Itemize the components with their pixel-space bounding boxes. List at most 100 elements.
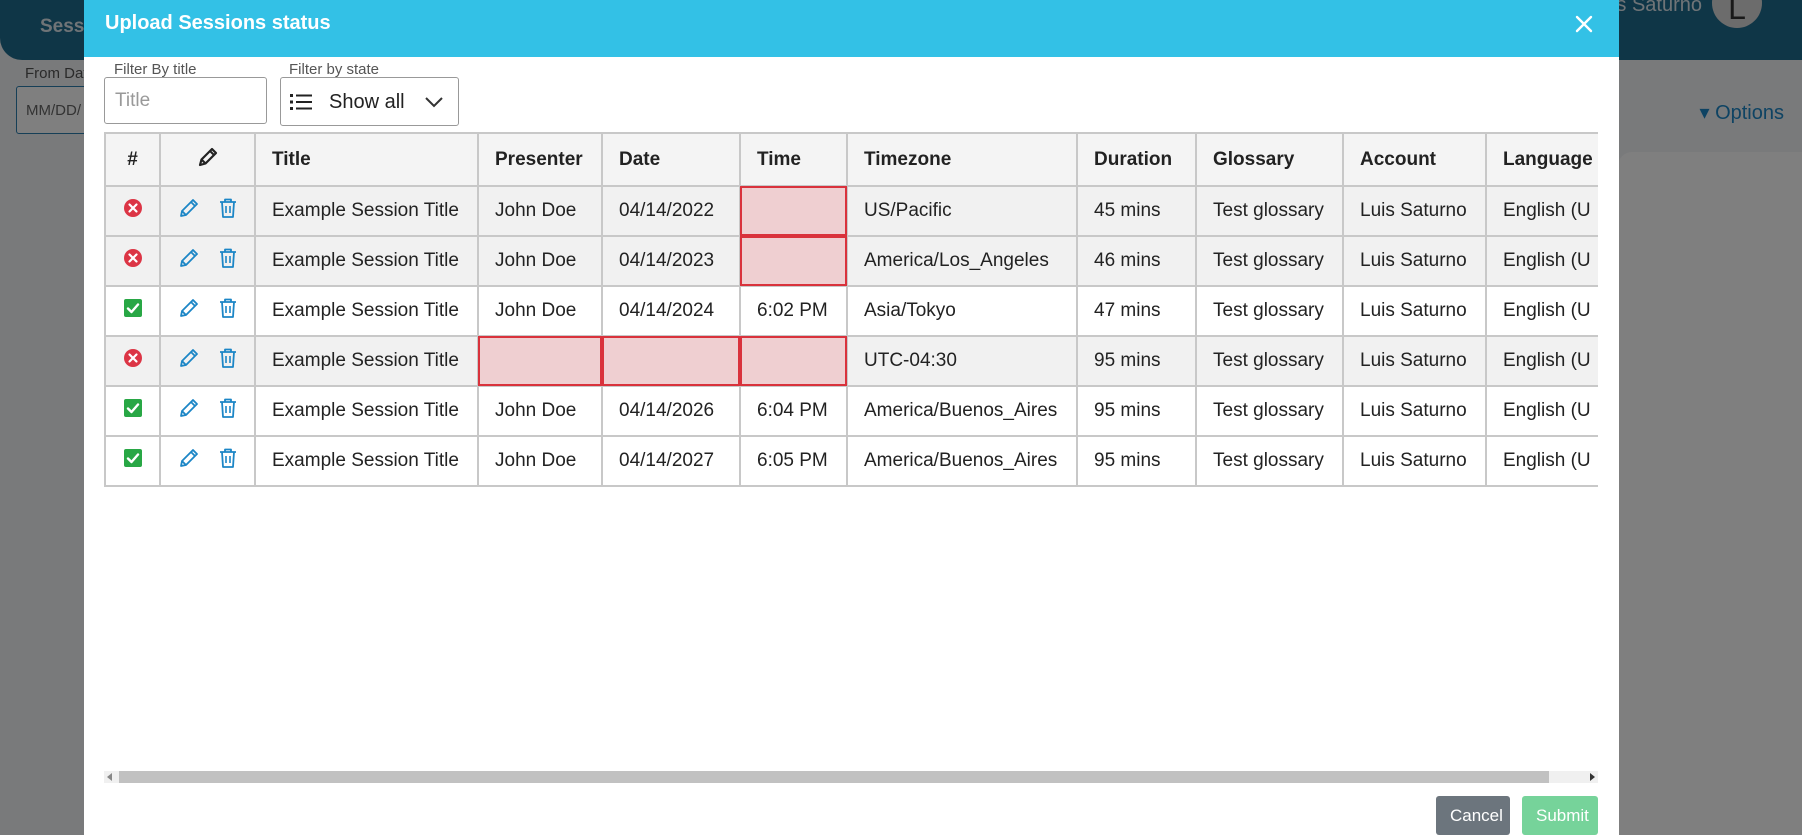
sessions-table-container[interactable]: # Title Presenter Date Time Timezone Dur…: [104, 132, 1598, 512]
cell-date: 04/14/2026: [601, 385, 741, 437]
filter-title-input[interactable]: [104, 77, 267, 124]
cell-title: Example Session Title: [254, 285, 479, 337]
column-header-index: #: [104, 132, 161, 187]
column-header-glossary[interactable]: Glossary: [1195, 132, 1344, 187]
cell-language: English (U: [1485, 435, 1598, 487]
filter-state-select[interactable]: Show all: [280, 77, 459, 126]
edit-icon[interactable]: [178, 247, 200, 275]
cell-title: Example Session Title: [254, 435, 479, 487]
cell-time: 6:04 PM: [739, 385, 848, 437]
cell-language: English (U: [1485, 385, 1598, 437]
cell-date: 04/14/2023: [601, 235, 741, 287]
chevron-down-icon: [424, 95, 444, 113]
close-icon[interactable]: [1569, 9, 1599, 39]
table-header-row: # Title Presenter Date Time Timezone Dur…: [104, 132, 1598, 187]
modal-title: Upload Sessions status: [105, 12, 331, 34]
trash-icon[interactable]: [218, 197, 238, 225]
cell-presenter: John Doe: [477, 235, 603, 287]
actions-cell: [159, 385, 256, 437]
success-status-icon: [123, 298, 143, 324]
pencil-icon: [197, 147, 219, 173]
status-cell: [104, 335, 161, 387]
cell-time: 6:02 PM: [739, 285, 848, 337]
cell-date: 04/14/2022: [601, 185, 741, 237]
status-cell: [104, 285, 161, 337]
table-row: Example Session Title John Doe 04/14/2023 A…: [104, 235, 1598, 287]
cell-language: English (U: [1485, 285, 1598, 337]
scroll-right-icon[interactable]: [1590, 773, 1595, 781]
status-cell: [104, 385, 161, 437]
cell-account: Luis Saturno: [1342, 385, 1487, 437]
trash-icon[interactable]: [218, 397, 238, 425]
cell-account: Luis Saturno: [1342, 185, 1487, 237]
cell-title: Example Session Title: [254, 335, 479, 387]
actions-cell: [159, 235, 256, 287]
cancel-button[interactable]: Cancel: [1436, 796, 1510, 835]
trash-icon[interactable]: [218, 447, 238, 475]
trash-icon[interactable]: [218, 297, 238, 325]
success-status-icon: [123, 448, 143, 474]
error-status-icon: [123, 198, 143, 224]
modal-header: Upload Sessions status: [84, 0, 1619, 57]
table-row: Example Session Title John Doe 04/14/2024 6…: [104, 285, 1598, 337]
edit-icon[interactable]: [178, 197, 200, 225]
filter-state-label: Filter by state: [289, 61, 380, 78]
cell-account: Luis Saturno: [1342, 235, 1487, 287]
table-row: Example Session Title UTC-04:30 95 mins Tes…: [104, 335, 1598, 387]
column-header-account[interactable]: Account: [1342, 132, 1487, 187]
table-row: Example Session Title John Doe 04/14/2022 U…: [104, 185, 1598, 237]
cell-title: Example Session Title: [254, 185, 479, 237]
cell-time: [739, 335, 848, 387]
actions-cell: [159, 335, 256, 387]
edit-icon[interactable]: [178, 397, 200, 425]
actions-cell: [159, 435, 256, 487]
column-header-title[interactable]: Title: [254, 132, 479, 187]
submit-button[interactable]: Submit: [1522, 796, 1598, 835]
cell-duration: 47 mins: [1076, 285, 1197, 337]
cell-glossary: Test glossary: [1195, 435, 1344, 487]
trash-icon[interactable]: [218, 347, 238, 375]
cell-presenter: [477, 335, 603, 387]
column-header-time[interactable]: Time: [739, 132, 848, 187]
cell-time: [739, 235, 848, 287]
cell-presenter: John Doe: [477, 385, 603, 437]
horizontal-scrollbar[interactable]: [104, 771, 1598, 783]
cell-date: 04/14/2024: [601, 285, 741, 337]
cell-date: 04/14/2027: [601, 435, 741, 487]
cell-glossary: Test glossary: [1195, 235, 1344, 287]
success-status-icon: [123, 398, 143, 424]
scrollbar-thumb[interactable]: [119, 771, 1549, 783]
cell-time: 6:05 PM: [739, 435, 848, 487]
cell-timezone: America/Los_Angeles: [846, 235, 1078, 287]
column-header-date[interactable]: Date: [601, 132, 741, 187]
edit-icon[interactable]: [178, 447, 200, 475]
status-cell: [104, 185, 161, 237]
cell-title: Example Session Title: [254, 235, 479, 287]
column-header-timezone[interactable]: Timezone: [846, 132, 1078, 187]
cell-duration: 95 mins: [1076, 335, 1197, 387]
edit-icon[interactable]: [178, 297, 200, 325]
cell-account: Luis Saturno: [1342, 335, 1487, 387]
table-body: Example Session Title John Doe 04/14/2022 U…: [104, 185, 1598, 487]
cell-glossary: Test glossary: [1195, 285, 1344, 337]
edit-icon[interactable]: [178, 347, 200, 375]
scroll-left-icon[interactable]: [107, 773, 112, 781]
column-header-duration[interactable]: Duration: [1076, 132, 1197, 187]
cell-title: Example Session Title: [254, 385, 479, 437]
sessions-table: # Title Presenter Date Time Timezone Dur…: [104, 132, 1598, 487]
filter-title-label: Filter By title: [114, 61, 197, 78]
cell-duration: 95 mins: [1076, 435, 1197, 487]
trash-icon[interactable]: [218, 247, 238, 275]
cell-presenter: John Doe: [477, 435, 603, 487]
column-header-presenter[interactable]: Presenter: [477, 132, 603, 187]
error-status-icon: [123, 248, 143, 274]
cell-glossary: Test glossary: [1195, 385, 1344, 437]
column-header-language[interactable]: Language: [1485, 132, 1598, 187]
cell-language: English (U: [1485, 335, 1598, 387]
status-cell: [104, 235, 161, 287]
list-icon: [290, 92, 312, 117]
actions-cell: [159, 285, 256, 337]
status-cell: [104, 435, 161, 487]
cell-presenter: John Doe: [477, 285, 603, 337]
filter-state-value: Show all: [329, 91, 405, 113]
